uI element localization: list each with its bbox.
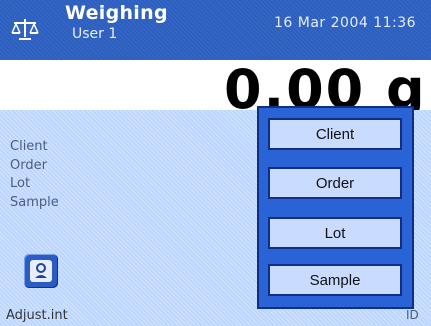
adjust-button-label: Adjust.int: [6, 308, 68, 323]
info-field-popup-menu: Client Order Lot Sample: [257, 106, 414, 309]
user-name: User 1: [72, 26, 118, 42]
id-label: ID: [406, 308, 419, 322]
weight-adjust-icon: [30, 260, 52, 282]
weighing-screen: Weighing User 1 16 Mar 2004 11:36 0.00 g…: [0, 0, 431, 326]
balance-scale-icon: [11, 19, 39, 40]
date-time: 16 Mar 2004 11:36: [274, 15, 417, 31]
adjust-button[interactable]: [24, 254, 58, 288]
info-label-client: Client: [10, 139, 48, 154]
weight-display-area: 0.00 g: [0, 58, 431, 121]
title-bar: Weighing User 1 16 Mar 2004 11:36: [0, 0, 431, 60]
sample-button[interactable]: Sample: [268, 264, 402, 296]
lot-button[interactable]: Lot: [268, 217, 402, 249]
info-label-order: Order: [10, 157, 47, 173]
info-label-lot: Lot: [10, 176, 31, 191]
application-title: Weighing: [65, 2, 168, 24]
info-labels: Client Order Lot Sample: [10, 138, 59, 212]
client-button[interactable]: Client: [268, 118, 402, 150]
info-label-sample: Sample: [10, 194, 59, 210]
order-button[interactable]: Order: [268, 167, 402, 199]
